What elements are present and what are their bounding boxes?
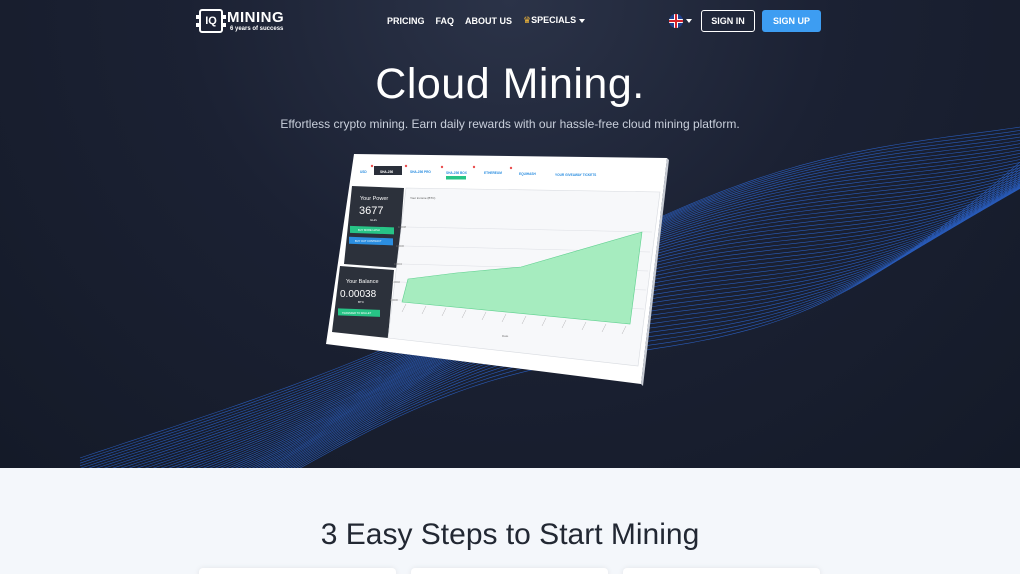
tab-dot — [509, 166, 513, 170]
step-card-1 — [199, 568, 396, 574]
chart-title: Your income (BTC) — [410, 196, 435, 200]
logo-wordmark: MINING — [227, 9, 285, 26]
steps-section-title: 3 Easy Steps to Start Mining — [320, 518, 700, 551]
mockup-tab-sha256-box: SHA-256 BOX — [446, 171, 468, 175]
power-unit: GH/s — [370, 218, 377, 222]
transfer-to-wallet-label: TRANSFER TO WALLET — [342, 311, 372, 315]
chart-y-tick: 0.0006 — [396, 244, 404, 248]
mockup-tab-badge — [446, 176, 466, 180]
sign-in-button[interactable]: SIGN IN — [701, 10, 755, 32]
chart-y-tick: 0.0002 — [392, 280, 400, 284]
chevron-down-icon — [686, 19, 692, 23]
chart-y-tick: 0.0008 — [398, 225, 406, 229]
tab-dot — [404, 164, 408, 168]
hero-section: IQ MINING 6 years of success PRICING FAQ… — [0, 0, 1020, 468]
buy-out-contract-label: BUY OUT CONTRACT — [355, 239, 382, 243]
buy-more-hash-label: BUY MORE HASH — [358, 228, 380, 232]
step-card-2 — [411, 568, 608, 574]
main-nav-links: PRICING FAQ ABOUT US ♛SPECIALS — [387, 15, 586, 26]
top-navbar: IQ MINING 6 years of success PRICING FAQ… — [0, 0, 1020, 42]
sign-up-button[interactable]: SIGN UP — [762, 10, 821, 32]
chart-y-tick: 0.0004 — [394, 262, 402, 266]
uk-flag-icon — [669, 14, 683, 28]
tab-dot — [440, 165, 444, 169]
nav-link-pricing[interactable]: PRICING — [387, 16, 425, 26]
mockup-tab-sha256: SHA-256 — [380, 170, 393, 174]
step-card-3 — [623, 568, 820, 574]
tab-dot — [472, 165, 476, 169]
mockup-tab-usd: USD — [360, 170, 367, 174]
chart-y-tick: 0.0000 — [390, 298, 398, 302]
flag-cross-horizontal — [669, 20, 683, 22]
power-label: Your Power — [360, 196, 388, 202]
dashboard-mockup: USD SHA-256 SHA-256 PRO SHA-256 BOX ETHE… — [326, 152, 671, 387]
language-selector[interactable] — [669, 14, 692, 28]
chevron-down-icon — [579, 18, 586, 23]
mockup-tab-sha256-pro: SHA-256 PRO — [410, 170, 431, 174]
balance-unit: BTC — [358, 300, 365, 304]
hero-title: Cloud Mining. — [375, 60, 645, 108]
site-logo[interactable]: IQ MINING 6 years of success — [196, 9, 285, 35]
balance-label: Your Balance — [346, 279, 379, 285]
crown-icon: ♛ — [523, 15, 532, 25]
hero-subtitle: Effortless crypto mining. Earn daily rew… — [280, 117, 740, 131]
mockup-tab-giveaway: YOUR GIVEAWAY TICKETS — [555, 173, 596, 177]
chip-icon: IQ — [196, 9, 226, 33]
mockup-tab-ethereum: ETHEREUM — [484, 171, 502, 175]
mockup-tab-equihash: EQUIHASH — [519, 172, 537, 176]
tab-dot — [370, 164, 374, 168]
dashboard-mockup-graphic: USD SHA-256 SHA-256 PRO SHA-256 BOX ETHE… — [326, 154, 669, 386]
nav-link-specials[interactable]: ♛SPECIALS — [523, 15, 586, 26]
logo-tagline: 6 years of success — [230, 26, 284, 32]
nav-link-about-us[interactable]: ABOUT US — [465, 16, 512, 26]
specials-label: SPECIALS — [531, 15, 577, 25]
power-value: 3677 — [359, 205, 383, 217]
nav-link-faq[interactable]: FAQ — [436, 16, 455, 26]
balance-value: 0.00038 — [340, 289, 377, 300]
chart-x-label: Date — [502, 334, 509, 338]
